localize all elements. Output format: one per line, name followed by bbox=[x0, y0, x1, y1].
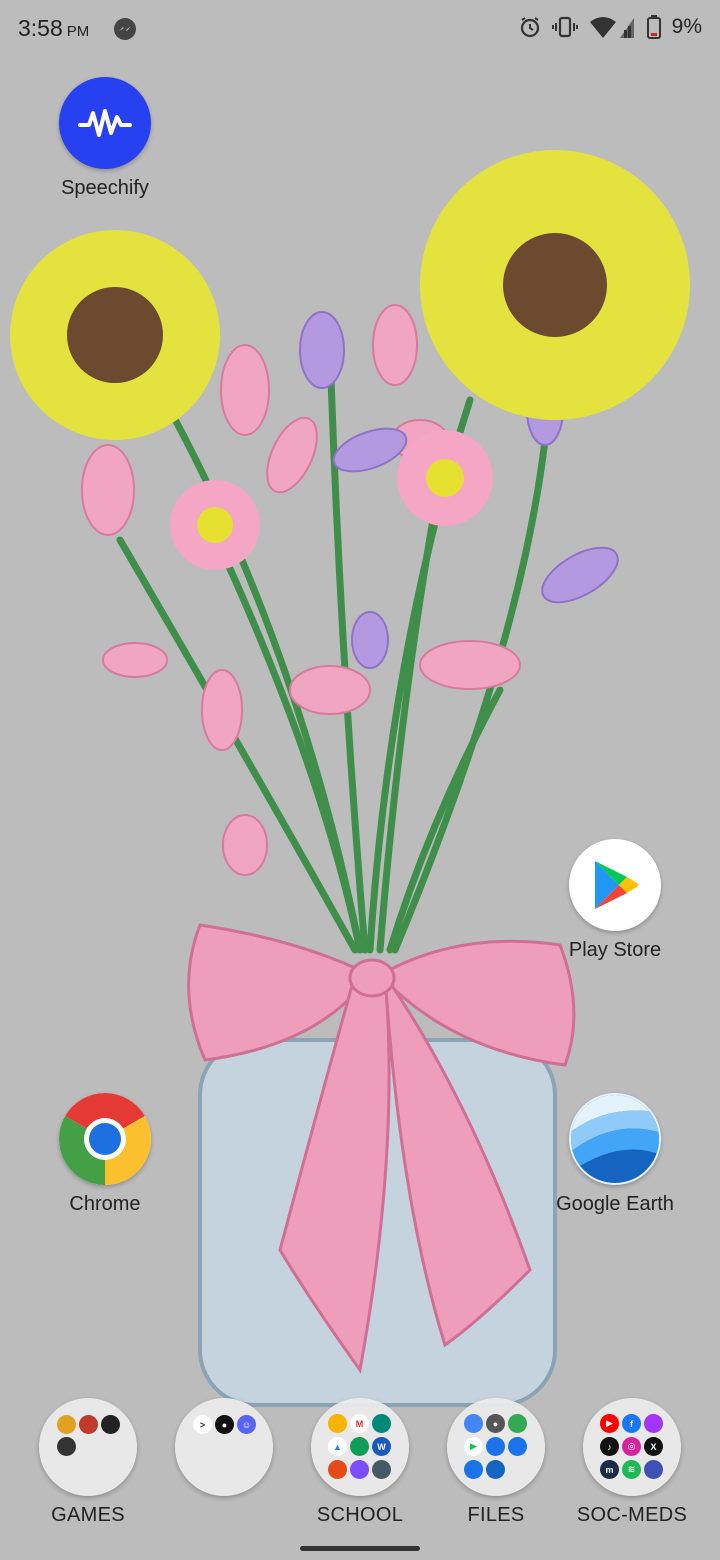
google-earth-icon[interactable] bbox=[569, 1093, 661, 1185]
folder-files-icon[interactable]: ● ▶ bbox=[447, 1398, 545, 1496]
clock-ampm: PM bbox=[66, 23, 90, 40]
word-icon: W bbox=[372, 1437, 391, 1456]
battery-icon bbox=[646, 15, 661, 39]
photos-icon bbox=[464, 1414, 483, 1433]
tiktok-icon: ♪ bbox=[600, 1437, 619, 1456]
app-google-earth[interactable]: Google Earth bbox=[545, 1093, 685, 1216]
app-chrome[interactable]: Chrome bbox=[35, 1093, 175, 1216]
gmail-icon: M bbox=[350, 1414, 369, 1433]
youtube-icon: ▶ bbox=[600, 1414, 619, 1433]
app-label: Speechify bbox=[61, 177, 149, 199]
play-store-icon[interactable] bbox=[569, 839, 661, 931]
messages-icon bbox=[508, 1437, 527, 1456]
camera-icon: ● bbox=[486, 1414, 505, 1433]
github-icon: ● bbox=[215, 1415, 234, 1434]
x-icon: X bbox=[644, 1437, 663, 1456]
folder-games[interactable]: GAMES bbox=[18, 1398, 158, 1527]
vpn-icon bbox=[644, 1460, 663, 1479]
drive-icon: ▲ bbox=[328, 1437, 347, 1456]
app-label: Play Store bbox=[568, 939, 662, 961]
status-icons: 9% bbox=[518, 14, 702, 40]
folder-school-icon[interactable]: M ▲ W bbox=[311, 1398, 409, 1496]
instagram-icon: ◎ bbox=[622, 1437, 641, 1456]
app-label: Google Earth bbox=[556, 1193, 674, 1215]
battery-percentage: 9% bbox=[671, 15, 702, 38]
discord-icon: ☺ bbox=[237, 1415, 256, 1434]
app-icon bbox=[372, 1460, 391, 1479]
app-speechify[interactable]: Speechify bbox=[35, 77, 175, 200]
chrome-icon[interactable] bbox=[59, 1093, 151, 1185]
wifi-signal-icon bbox=[589, 17, 634, 38]
folder-label: FILES bbox=[467, 1504, 525, 1526]
meet-icon bbox=[372, 1414, 391, 1433]
messenger-icon bbox=[644, 1414, 663, 1433]
folder-soc-meds[interactable]: ▶ f ♪ ◎ X m ≋ SOC-MEDS bbox=[562, 1398, 702, 1527]
facebook-icon: f bbox=[622, 1414, 641, 1433]
play-icon: ▶ bbox=[464, 1437, 483, 1456]
gesture-nav-handle[interactable] bbox=[300, 1546, 420, 1551]
game-3-icon bbox=[101, 1415, 120, 1434]
folder-school[interactable]: M ▲ W SCHOOL bbox=[290, 1398, 430, 1527]
status-bar: 3:58 PM 9% bbox=[0, 0, 720, 58]
clock-time: 3:58 bbox=[18, 15, 63, 41]
folder-dev[interactable]: > ● ☺ bbox=[154, 1398, 294, 1504]
game-4-icon bbox=[57, 1437, 76, 1456]
folder-label: GAMES bbox=[51, 1504, 125, 1526]
app-label: Chrome bbox=[69, 1193, 141, 1215]
classroom-icon bbox=[350, 1437, 369, 1456]
messenger-notification-icon bbox=[112, 16, 138, 48]
contacts-icon bbox=[464, 1460, 483, 1479]
share-icon bbox=[486, 1460, 505, 1479]
canva-icon bbox=[350, 1460, 369, 1479]
spotify-icon: ≋ bbox=[622, 1460, 641, 1479]
folder-label: SOC-MEDS bbox=[576, 1504, 688, 1526]
folder-label: SCHOOL bbox=[316, 1504, 404, 1526]
speechify-icon[interactable] bbox=[59, 77, 151, 169]
vibrate-icon bbox=[551, 16, 578, 38]
phone-icon bbox=[486, 1437, 505, 1456]
files-icon bbox=[508, 1414, 527, 1433]
folder-games-icon[interactable] bbox=[39, 1398, 137, 1496]
game-1-icon bbox=[57, 1415, 76, 1434]
m-icon: m bbox=[600, 1460, 619, 1479]
status-time: 3:58 PM bbox=[18, 15, 89, 42]
alarm-icon bbox=[520, 17, 539, 38]
office-icon bbox=[328, 1460, 347, 1479]
app-play-store[interactable]: Play Store bbox=[545, 839, 685, 962]
folder-files[interactable]: ● ▶ FILES bbox=[426, 1398, 566, 1527]
folder-dev-icon[interactable]: > ● ☺ bbox=[175, 1398, 273, 1496]
wallpaper-flower-vase bbox=[0, 0, 720, 1560]
folder-soc-meds-icon[interactable]: ▶ f ♪ ◎ X m ≋ bbox=[583, 1398, 681, 1496]
slides-icon bbox=[328, 1414, 347, 1433]
terminal-icon: > bbox=[193, 1415, 212, 1434]
game-2-icon bbox=[79, 1415, 98, 1434]
